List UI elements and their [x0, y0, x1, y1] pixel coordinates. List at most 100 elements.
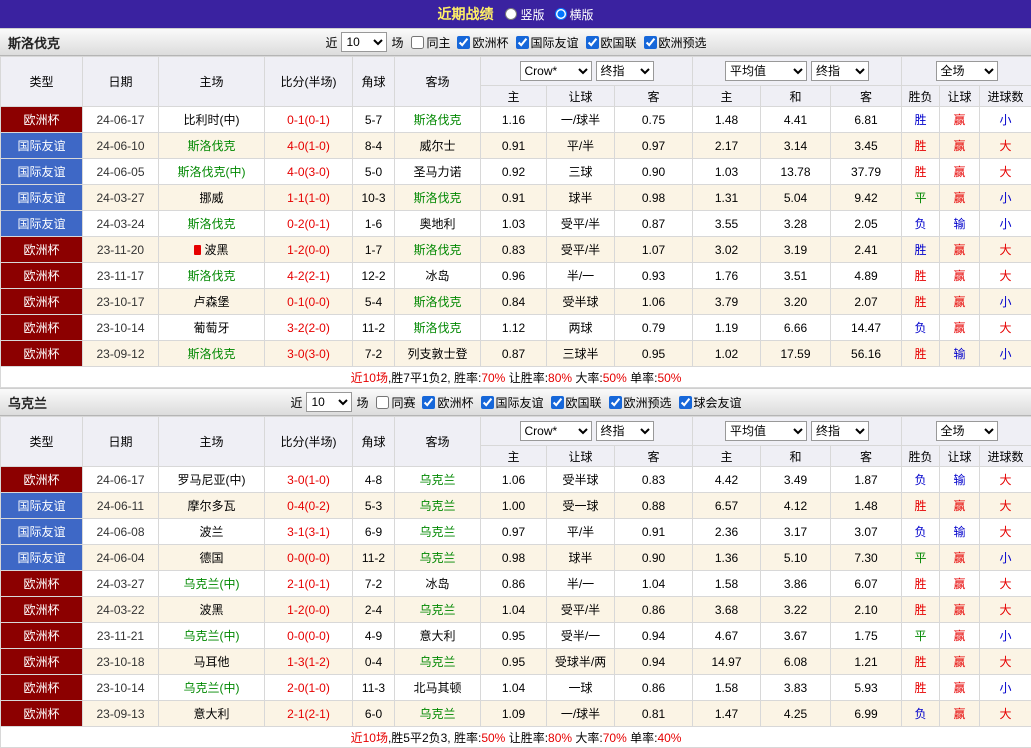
away-team: 列支敦士登 [407, 347, 467, 361]
same-filter[interactable]: 同赛 [372, 394, 415, 411]
competition-filter[interactable]: 欧洲预选 [640, 34, 707, 51]
competition-filter[interactable]: 国际友谊 [512, 34, 579, 51]
avg-draw: 3.14 [761, 133, 831, 159]
bookmaker-select[interactable]: Crow* [520, 421, 592, 441]
match-date: 23-09-13 [83, 701, 159, 727]
avg-draw: 3.28 [761, 211, 831, 237]
column-subheader: 和 [761, 86, 831, 107]
competition-checkbox[interactable] [609, 396, 622, 409]
same-filter[interactable]: 同主 [407, 34, 450, 51]
same-filter-checkbox[interactable] [411, 36, 424, 49]
match-row: 欧洲杯24-03-22波黑1-2(0-0)2-4乌克兰1.04受平/半0.863… [1, 597, 1031, 623]
column-header: 客场 [395, 57, 481, 107]
layout-radio-horizontal[interactable] [555, 8, 567, 20]
odds-home: 0.83 [481, 237, 547, 263]
odds-away: 0.94 [615, 649, 693, 675]
summary-segment: 40% [657, 731, 681, 745]
away-team-cell: 斯洛伐克 [395, 107, 481, 133]
summary-segment: 让胜率: [505, 731, 548, 745]
match-date: 23-11-17 [83, 263, 159, 289]
avg-home: 3.79 [693, 289, 761, 315]
away-team: 圣马力诺 [413, 165, 461, 179]
corner-score: 11-2 [353, 315, 395, 341]
avg-away: 2.05 [831, 211, 902, 237]
column-subheader: 让球 [940, 86, 980, 107]
avg-draw: 4.41 [761, 107, 831, 133]
average-select[interactable]: 平均值 [725, 61, 807, 81]
avg-away: 3.07 [831, 519, 902, 545]
competition-filter[interactable]: 欧洲杯 [418, 394, 473, 411]
competition-label: 国际友谊 [531, 34, 579, 51]
team-name: 乌克兰 [0, 393, 170, 412]
competition-checkbox[interactable] [679, 396, 692, 409]
competition-checkbox[interactable] [422, 396, 435, 409]
odds-home: 1.04 [481, 597, 547, 623]
odds-handicap: 三球 [547, 159, 615, 185]
away-team: 乌克兰 [419, 707, 455, 721]
column-header: 类型 [1, 417, 83, 467]
stage-select[interactable]: 终指 [596, 61, 654, 81]
section-header-bar: 斯洛伐克近10场同主欧洲杯国际友谊欧国联欧洲预选 [0, 28, 1031, 56]
odds-home: 0.95 [481, 623, 547, 649]
avg-away: 7.30 [831, 545, 902, 571]
competition-checkbox[interactable] [551, 396, 564, 409]
summary-row: 近10场,胜5平2负3, 胜率:50% 让胜率:80% 大率:70% 单率:40… [1, 727, 1031, 748]
layout-radio-vertical[interactable] [505, 8, 517, 20]
summary-segment: 80% [548, 371, 572, 385]
layout-option-vertical[interactable]: 竖版 [505, 6, 544, 23]
scope-select[interactable]: 全场 [936, 421, 998, 441]
competition-filter[interactable]: 欧洲杯 [453, 34, 508, 51]
layout-option-horizontal[interactable]: 横版 [555, 6, 594, 23]
corner-score: 12-2 [353, 263, 395, 289]
average-stage-select[interactable]: 终指 [811, 61, 869, 81]
games-label: 场 [391, 34, 403, 51]
competition-filter[interactable]: 欧国联 [547, 394, 602, 411]
average-select[interactable]: 平均值 [725, 421, 807, 441]
competition-filter[interactable]: 国际友谊 [477, 394, 544, 411]
recent-label: 近 [290, 394, 302, 411]
scope-select[interactable]: 全场 [936, 61, 998, 81]
competition-filter[interactable]: 球会友谊 [675, 394, 742, 411]
home-team: 斯洛伐克 [187, 139, 235, 153]
away-team-cell: 乌克兰 [395, 493, 481, 519]
stage-select[interactable]: 终指 [596, 421, 654, 441]
avg-draw: 3.49 [761, 467, 831, 493]
away-team: 威尔士 [419, 139, 455, 153]
odds-home: 0.91 [481, 133, 547, 159]
away-team-cell: 圣马力诺 [395, 159, 481, 185]
competition-checkbox[interactable] [644, 36, 657, 49]
avg-away: 5.93 [831, 675, 902, 701]
result-handicap: 赢 [940, 185, 980, 211]
result-goals: 大 [980, 133, 1031, 159]
match-row: 欧洲杯23-09-13意大利2-1(2-1)6-0乌克兰1.09一/球半0.81… [1, 701, 1031, 727]
average-stage-select[interactable]: 终指 [811, 421, 869, 441]
top-header: 近期战绩 竖版横版 [0, 0, 1031, 28]
competition-filter[interactable]: 欧洲预选 [605, 394, 672, 411]
competition-filter[interactable]: 欧国联 [582, 34, 637, 51]
result-handicap: 赢 [940, 571, 980, 597]
competition-checkbox[interactable] [586, 36, 599, 49]
away-team: 乌克兰 [419, 473, 455, 487]
away-team-cell: 威尔士 [395, 133, 481, 159]
match-row: 国际友谊24-06-11摩尔多瓦0-4(0-2)5-3乌克兰1.00受一球0.8… [1, 493, 1031, 519]
corner-score: 5-3 [353, 493, 395, 519]
competition-checkbox[interactable] [481, 396, 494, 409]
match-score: 3-1(3-1) [265, 519, 353, 545]
odds-away: 0.83 [615, 467, 693, 493]
odds-away: 0.93 [615, 263, 693, 289]
match-row: 国际友谊24-06-04德国0-0(0-0)11-2乌克兰0.98球半0.901… [1, 545, 1031, 571]
match-score: 0-1(0-0) [265, 289, 353, 315]
competition-checkbox[interactable] [516, 36, 529, 49]
match-score: 0-4(0-2) [265, 493, 353, 519]
same-filter-checkbox[interactable] [376, 396, 389, 409]
competition-checkbox[interactable] [457, 36, 470, 49]
match-date: 23-10-18 [83, 649, 159, 675]
recent-count-select[interactable]: 10 [306, 392, 352, 412]
bookmaker-select[interactable]: Crow* [520, 61, 592, 81]
recent-count-select[interactable]: 10 [341, 32, 387, 52]
result-outcome: 胜 [902, 493, 940, 519]
away-team: 奥地利 [419, 217, 455, 231]
column-subheader: 主 [693, 86, 761, 107]
odds-away: 0.88 [615, 493, 693, 519]
odds-home: 0.96 [481, 263, 547, 289]
